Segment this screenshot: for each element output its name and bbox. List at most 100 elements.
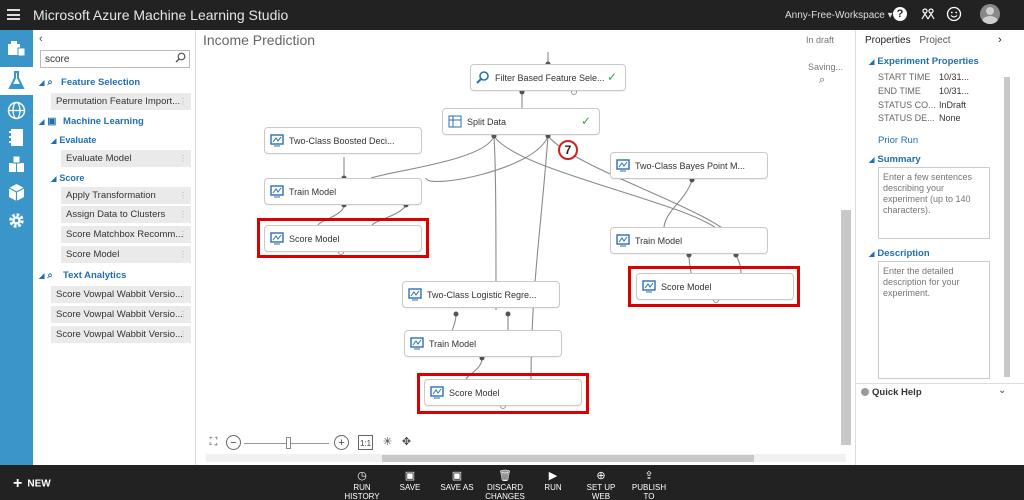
app-title: Microsoft Azure Machine Learning Studio bbox=[33, 7, 289, 23]
discard-changes-button[interactable]: 🗑 DISCARD CHANGES bbox=[482, 469, 528, 500]
help-circle-icon bbox=[861, 388, 869, 396]
run-history-button[interactable]: ◷ RUN HISTORY bbox=[339, 469, 385, 500]
experiment-canvas[interactable]: Income Prediction In draft Saving... ⌕ F… bbox=[196, 30, 855, 465]
palette-search-input[interactable] bbox=[40, 50, 190, 68]
experiments-flask-icon[interactable] bbox=[0, 67, 33, 95]
set-up-web-service-button[interactable]: ⊕SET UP WEB SERVICE bbox=[578, 469, 624, 500]
datasets-icon[interactable] bbox=[6, 154, 27, 175]
hamburger-menu-icon[interactable] bbox=[7, 9, 20, 20]
quick-help-bar[interactable]: Quick Help ⌄ bbox=[856, 383, 1024, 398]
description-textarea[interactable] bbox=[878, 261, 990, 379]
module-item[interactable]: Score Vowpal Wabbit Versio... ⋮ bbox=[51, 306, 191, 324]
module-train-model-1[interactable]: Train Model bbox=[264, 178, 422, 205]
zoom-in-icon[interactable]: + bbox=[334, 435, 349, 450]
publish-icon: ⇪ bbox=[644, 470, 654, 482]
canvas-vertical-scrollbar[interactable] bbox=[841, 210, 851, 445]
module-item[interactable]: Score Model ⋮ bbox=[61, 246, 191, 264]
module-palette: ‹ ◢⌕ Feature Selection Permutation Featu… bbox=[33, 30, 196, 465]
module-train-model-2[interactable]: Train Model bbox=[610, 227, 768, 254]
save-as-button[interactable]: ▣ SAVE AS bbox=[434, 469, 480, 500]
drag-grip-icon: ⋮ bbox=[179, 310, 187, 319]
save-as-icon: ▣ bbox=[451, 470, 463, 482]
zoom-toolbar: ⛶ − + 1:1 ✳ ✥ bbox=[206, 435, 416, 451]
module-split-data[interactable]: Split Data ✓ bbox=[442, 108, 600, 135]
funnel-search-icon: ⌕ bbox=[47, 77, 53, 88]
publish-to-gallery-button[interactable]: ⇪PUBLISH TO GALLERY bbox=[626, 469, 672, 500]
module-item[interactable]: Assign Data to Clusters ⋮ bbox=[61, 206, 191, 224]
ml-monitor-icon: ▣ bbox=[47, 116, 57, 127]
chevron-down-icon[interactable]: ⌄ bbox=[998, 385, 1006, 396]
subcategory-score[interactable]: ◢ Score bbox=[51, 169, 84, 187]
drag-grip-icon: ⋮ bbox=[179, 250, 187, 259]
module-item[interactable]: Permutation Feature Import... ⋮ bbox=[51, 93, 191, 111]
drag-grip-icon: ⋮ bbox=[179, 154, 187, 163]
expand-pane-chevron-icon[interactable]: › bbox=[998, 34, 1002, 46]
help-icon[interactable]: ? bbox=[893, 7, 907, 21]
highlight-box bbox=[417, 373, 589, 414]
workspace-selector[interactable]: Anny-Free-Workspace ▾ bbox=[785, 10, 893, 21]
zoom-slider-thumb[interactable] bbox=[286, 437, 291, 449]
completed-check-icon: ✓ bbox=[580, 114, 591, 128]
module-item[interactable]: Score Vowpal Wabbit Versio... ⋮ bbox=[51, 286, 191, 304]
field-status-code: STATUS CO... InDraft bbox=[878, 100, 967, 110]
module-two-class-logistic-regression[interactable]: Two-Class Logistic Regre... bbox=[402, 281, 560, 308]
canvas-horizontal-scrollbar[interactable] bbox=[382, 455, 754, 462]
category-machine-learning[interactable]: ◢ ▣ Machine Learning bbox=[39, 113, 144, 131]
module-item[interactable]: Score Vowpal Wabbit Versio... ⋮ bbox=[51, 326, 191, 344]
drag-grip-icon: ⋮ bbox=[179, 290, 187, 299]
field-status-details: STATUS DE... None bbox=[878, 113, 961, 123]
plus-icon: + bbox=[13, 475, 23, 492]
section-summary[interactable]: ◢ Summary bbox=[869, 154, 921, 165]
clock-icon: ◷ bbox=[357, 470, 367, 482]
module-two-class-boosted-decision-tree[interactable]: Two-Class Boosted Deci... bbox=[264, 127, 422, 154]
module-train-model-3[interactable]: Train Model bbox=[404, 330, 562, 357]
drag-grip-icon: ⋮ bbox=[179, 230, 187, 239]
zoom-out-icon[interactable]: − bbox=[226, 435, 241, 450]
category-text-analytics[interactable]: ◢ ⌕ Text Analytics bbox=[39, 267, 126, 285]
drag-grip-icon: ⋮ bbox=[179, 97, 187, 106]
fit-to-screen-icon[interactable]: ⛶ bbox=[206, 435, 221, 450]
ml-model-icon bbox=[410, 337, 424, 350]
module-filter-based-feature-selection[interactable]: Filter Based Feature Sele... ✓ bbox=[470, 64, 626, 91]
subcategory-evaluate[interactable]: ◢ Evaluate bbox=[51, 131, 96, 149]
drag-grip-icon: ⋮ bbox=[179, 210, 187, 219]
tab-properties[interactable]: Properties bbox=[865, 35, 911, 46]
category-feature-selection[interactable]: ◢ ⌕ Feature Selection bbox=[39, 74, 140, 92]
module-item[interactable]: Apply Transformation ⋮ bbox=[61, 187, 191, 205]
collapse-palette-chevron-icon[interactable]: ‹ bbox=[39, 33, 43, 45]
web-services-globe-icon[interactable] bbox=[6, 100, 27, 121]
settings-gear-icon[interactable] bbox=[6, 210, 27, 231]
section-experiment-properties[interactable]: ◢ Experiment Properties bbox=[869, 56, 979, 67]
summary-textarea[interactable] bbox=[878, 167, 990, 239]
module-item[interactable]: Evaluate Model ⋮ bbox=[61, 150, 191, 168]
drag-grip-icon: ⋮ bbox=[179, 191, 187, 200]
ml-model-icon bbox=[616, 234, 630, 247]
save-icon: ▣ bbox=[404, 470, 416, 482]
prior-run-link[interactable]: Prior Run bbox=[878, 135, 918, 146]
ml-model-icon bbox=[616, 159, 630, 172]
smiley-feedback-icon[interactable] bbox=[946, 6, 962, 22]
section-description[interactable]: ◢ Description bbox=[869, 248, 930, 259]
pan-move-icon[interactable]: ✥ bbox=[399, 435, 414, 450]
auto-layout-icon[interactable]: ✳ bbox=[380, 435, 395, 450]
actual-size-button[interactable]: 1:1 bbox=[358, 435, 373, 450]
drag-grip-icon: ⋮ bbox=[179, 330, 187, 339]
properties-scrollbar[interactable] bbox=[1004, 77, 1010, 377]
save-button[interactable]: ▣ SAVE bbox=[387, 469, 433, 500]
search-icon[interactable] bbox=[175, 52, 186, 66]
new-button[interactable]: + NEW bbox=[13, 475, 51, 493]
projects-icon[interactable] bbox=[6, 38, 27, 59]
trained-models-cube-icon[interactable] bbox=[6, 182, 27, 203]
run-button[interactable]: ▶ RUN bbox=[530, 469, 576, 500]
user-avatar[interactable] bbox=[980, 4, 1000, 24]
globe-icon: ⊕ bbox=[596, 470, 606, 482]
top-bar: Microsoft Azure Machine Learning Studio … bbox=[0, 0, 1024, 30]
notebooks-icon[interactable] bbox=[6, 127, 27, 148]
tab-project[interactable]: Project bbox=[919, 35, 950, 46]
ml-model-icon bbox=[270, 185, 284, 198]
community-icon[interactable] bbox=[920, 6, 936, 22]
module-item[interactable]: Score Matchbox Recomm... ⋮ bbox=[61, 226, 191, 244]
bottom-command-bar: + NEW ◷ RUN HISTORY ▣ SAVE ▣ SAVE AS 🗑 DISCAR… bbox=[0, 465, 1024, 500]
step-number-badge: 7 bbox=[558, 140, 578, 160]
module-two-class-bayes-point-machine[interactable]: Two-Class Bayes Point M... bbox=[610, 152, 768, 179]
